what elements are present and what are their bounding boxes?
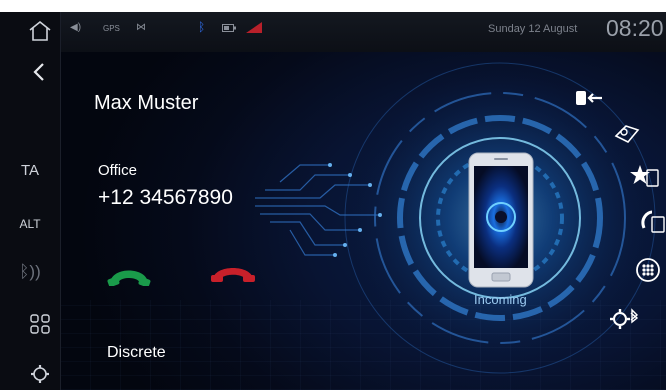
ta-button[interactable]: TA xyxy=(0,162,60,179)
accept-call-button[interactable] xyxy=(106,256,152,286)
apps-grid-icon[interactable] xyxy=(30,314,50,334)
caller-name: Max Muster xyxy=(94,92,199,114)
call-status: Incoming xyxy=(474,292,527,307)
favorites-star-icon[interactable] xyxy=(630,162,660,190)
bluetooth-icon: ᛒ xyxy=(198,20,206,34)
home-icon[interactable] xyxy=(27,20,53,42)
bluetooth-audio-icon[interactable]: ᛒ)) xyxy=(0,262,60,282)
phone-number: +12 34567890 xyxy=(98,186,233,209)
bluetooth-settings-icon[interactable] xyxy=(610,305,640,333)
settings-gear-icon[interactable] xyxy=(30,364,50,384)
number-type: Office xyxy=(98,162,137,179)
battery-icon xyxy=(222,24,236,32)
dialpad-icon[interactable] xyxy=(634,256,664,284)
decline-call-button[interactable] xyxy=(210,260,256,284)
date-label: Sunday 12 August xyxy=(488,23,578,35)
phone-illustration xyxy=(468,152,534,288)
discrete-button[interactable]: Discrete xyxy=(107,344,166,362)
alt-button[interactable]: ALT xyxy=(0,217,60,231)
transfer-call-icon[interactable] xyxy=(574,85,604,113)
volume-icon: ◀) xyxy=(70,22,82,33)
phone-call-screen: ◀) GPS ⋈ ᛒ Sunday 12 August 08:20 TA ALT… xyxy=(0,0,666,390)
contacts-book-icon[interactable] xyxy=(612,118,642,146)
back-arrow-icon[interactable] xyxy=(32,62,46,82)
call-history-icon[interactable] xyxy=(638,208,666,236)
signal-icon xyxy=(246,22,262,33)
gps-indicator: GPS xyxy=(103,24,120,33)
mute-icon: ⋈ xyxy=(136,22,146,33)
clock: 08:20 xyxy=(606,15,664,41)
top-border xyxy=(0,0,666,12)
